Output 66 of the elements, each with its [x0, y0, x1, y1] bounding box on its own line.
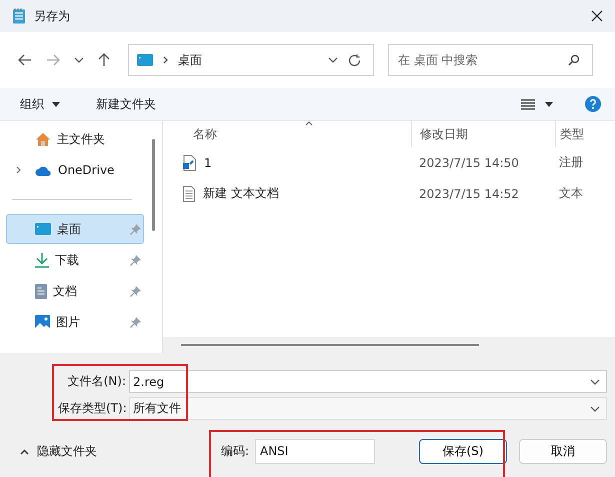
- desktop-icon: [35, 223, 51, 235]
- up-arrow-icon[interactable]: [98, 53, 110, 67]
- document-icon: [35, 284, 47, 298]
- scrollbar-thumb[interactable]: [152, 139, 155, 231]
- sort-caret-icon: [305, 121, 313, 126]
- new-folder-button[interactable]: 新建文件夹: [90, 92, 162, 116]
- caret-icon: [52, 102, 60, 106]
- registry-file-icon: [183, 154, 196, 170]
- picture-icon: [35, 315, 50, 329]
- close-icon[interactable]: [591, 10, 603, 22]
- notepad-icon: [12, 8, 26, 24]
- table-cell-text: 文本: [558, 185, 584, 202]
- help-icon[interactable]: [585, 96, 601, 112]
- refresh-icon[interactable]: [348, 54, 361, 66]
- search-placeholder: 在 桌面 中搜索: [398, 52, 479, 68]
- field-label: 保存类型(T):: [58, 400, 126, 417]
- table-cell-text: 注册: [558, 154, 584, 171]
- column-header[interactable]: 类型: [555, 121, 615, 147]
- chevron-down-icon[interactable]: [590, 406, 600, 412]
- column-header[interactable]: 名称: [163, 121, 411, 147]
- desktop-icon: [137, 54, 153, 66]
- cancel-button[interactable]: 取消: [519, 439, 607, 464]
- chevron-right-icon[interactable]: [16, 166, 20, 174]
- sidebar-label: 图片: [56, 314, 81, 330]
- sidebar-label: 桌面: [57, 220, 82, 238]
- table-cell-text: 2023/7/15 14:52: [418, 186, 520, 200]
- cloud-icon: [35, 164, 52, 176]
- search-icon: [568, 54, 580, 66]
- path-segment[interactable]: 桌面: [178, 52, 202, 68]
- encoding-dropdown[interactable]: ANSI: [255, 439, 375, 464]
- chevron-down-icon[interactable]: [328, 57, 338, 63]
- sidebar-label: OneDrive: [58, 163, 116, 177]
- file-name[interactable]: 1: [204, 156, 212, 170]
- sidebar-item[interactable]: OneDrive: [6, 155, 144, 185]
- hide-folders-button[interactable]: 隐藏文件夹: [14, 442, 103, 461]
- chevron-down-icon[interactable]: [74, 57, 84, 63]
- file-name[interactable]: 新建 文本文档: [203, 185, 279, 202]
- organize-menu-button[interactable]: 组织: [14, 92, 66, 116]
- back-arrow-icon[interactable]: [18, 54, 32, 66]
- sidebar-item[interactable]: 桌面: [6, 214, 144, 244]
- search-field[interactable]: 在 桌面 中搜索: [388, 44, 593, 76]
- download-icon: [35, 252, 49, 268]
- address-bar[interactable]: 桌面: [128, 44, 374, 76]
- sidebar-label: 主文件夹: [57, 130, 106, 148]
- sidebar-label: 下载: [55, 252, 80, 268]
- sidebar-item[interactable]: 下载: [6, 245, 144, 275]
- chevron-down-icon[interactable]: [590, 378, 600, 384]
- view-list-icon[interactable]: [521, 98, 535, 110]
- window-title: 另存为: [34, 8, 70, 24]
- sidebar-item[interactable]: 文档: [6, 276, 144, 306]
- field-label: 编码:: [220, 443, 249, 460]
- column-header[interactable]: 修改日期: [411, 121, 555, 147]
- field-label: 文件名(N):: [66, 373, 126, 390]
- save-button[interactable]: 保存(S): [419, 439, 507, 464]
- dropdown-triangle-icon[interactable]: [545, 102, 553, 106]
- scrollbar-thumb[interactable]: [181, 344, 479, 346]
- sidebar-item[interactable]: 主文件夹: [6, 124, 144, 154]
- text-file-icon: [183, 186, 195, 202]
- chevron-up-icon: [20, 448, 29, 454]
- house-icon: [35, 132, 51, 146]
- chevron-right-icon: [163, 56, 168, 64]
- table-cell-text: 2023/7/15 14:50: [418, 156, 520, 170]
- filename-field[interactable]: 2.reg: [129, 370, 607, 393]
- file-type-dropdown[interactable]: 所有文件: [129, 397, 607, 420]
- sidebar-item[interactable]: 图片: [6, 307, 144, 337]
- sidebar-label: 文档: [53, 282, 78, 300]
